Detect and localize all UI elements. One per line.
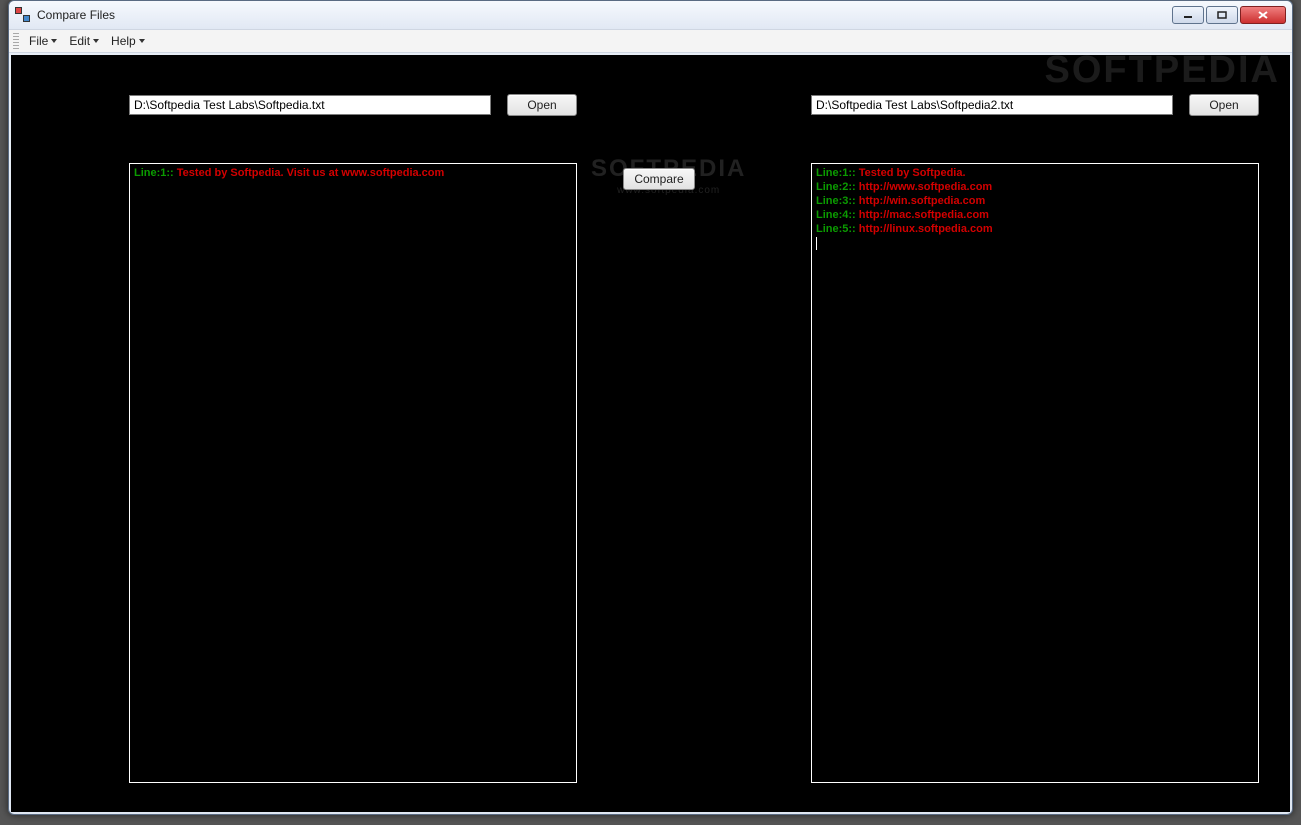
line-text: http://www.softpedia.com [859,181,992,193]
button-label: Open [1209,98,1238,112]
diff-line: Line:1:: Tested by Softpedia. [816,166,1254,180]
compare-button[interactable]: Compare [623,168,695,190]
right-open-button[interactable]: Open [1189,94,1259,116]
diff-line: Line:1:: Tested by Softpedia. Visit us a… [134,166,572,180]
right-diff-pane[interactable]: Line:1:: Tested by Softpedia.Line:2:: ht… [811,163,1259,783]
minimize-icon [1183,11,1193,19]
maximize-button[interactable] [1206,6,1238,24]
left-diff-pane[interactable]: Line:1:: Tested by Softpedia. Visit us a… [129,163,577,783]
chevron-down-icon [139,39,145,43]
left-open-button[interactable]: Open [507,94,577,116]
menu-file[interactable]: File [23,31,63,51]
window-controls [1172,6,1286,24]
menu-label: Edit [69,34,90,48]
right-file-path-input[interactable] [811,95,1173,115]
line-text: Tested by Softpedia. Visit us at www.sof… [177,167,445,179]
app-window: Compare Files File Edit Help [8,0,1293,815]
button-label: Open [527,98,556,112]
line-prefix: Line:5:: [816,223,859,235]
menubar: File Edit Help [9,29,1292,53]
button-label: Compare [634,172,683,186]
caret-line [816,236,1254,250]
line-text: Tested by Softpedia. [859,167,966,179]
diff-line: Line:3:: http://win.softpedia.com [816,194,1254,208]
app-icon [15,7,31,23]
chevron-down-icon [93,39,99,43]
menu-help[interactable]: Help [105,31,151,51]
client-area: SOFTPEDIA Open Open SOFTPEDIA www.softpe… [11,55,1290,812]
text-caret-icon [816,237,817,250]
line-text: http://mac.softpedia.com [859,209,989,221]
diff-line: Line:2:: http://www.softpedia.com [816,180,1254,194]
close-button[interactable] [1240,6,1286,24]
titlebar[interactable]: Compare Files [9,1,1292,29]
close-icon [1257,10,1269,20]
line-prefix: Line:3:: [816,195,859,207]
watermark-corner: SOFTPEDIA [1045,55,1280,92]
minimize-button[interactable] [1172,6,1204,24]
chevron-down-icon [51,39,57,43]
menubar-grip-icon [13,33,19,49]
diff-line: Line:5:: http://linux.softpedia.com [816,222,1254,236]
line-prefix: Line:2:: [816,181,859,193]
line-prefix: Line:1:: [134,167,177,179]
window-title: Compare Files [37,8,115,22]
menu-edit[interactable]: Edit [63,31,105,51]
diff-line: Line:4:: http://mac.softpedia.com [816,208,1254,222]
left-file-path-input[interactable] [129,95,491,115]
line-text: http://win.softpedia.com [859,195,986,207]
menu-label: Help [111,34,136,48]
line-text: http://linux.softpedia.com [859,223,993,235]
line-prefix: Line:1:: [816,167,859,179]
menu-label: File [29,34,48,48]
maximize-icon [1217,11,1227,19]
line-prefix: Line:4:: [816,209,859,221]
